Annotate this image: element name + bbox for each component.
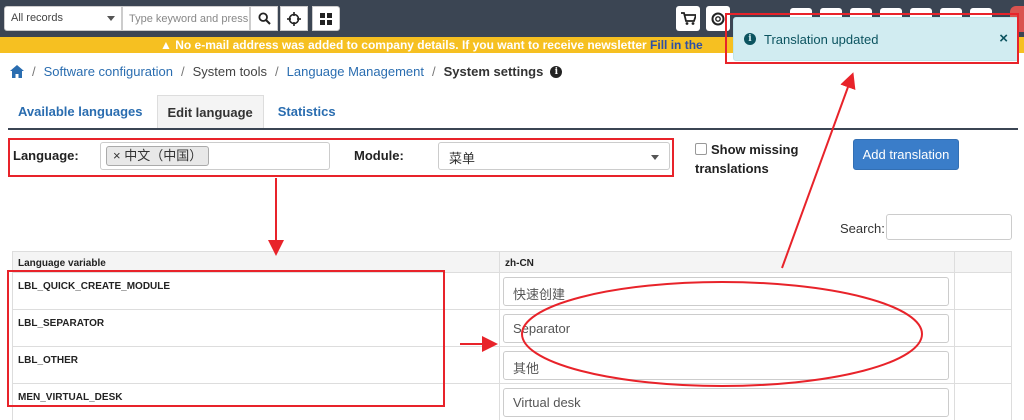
search-icon [257, 12, 271, 25]
breadcrumb-separator: / [432, 64, 436, 79]
notice-link[interactable]: Fill in the [650, 38, 703, 52]
translation-input[interactable]: 其他 [503, 351, 949, 380]
row-variable: LBL_SEPARATOR [18, 318, 105, 329]
row-variable: LBL_OTHER [18, 355, 78, 366]
info-icon: i [744, 33, 756, 45]
row-variable: LBL_QUICK_CREATE_MODULE [18, 281, 171, 292]
column-language-variable[interactable]: Language variable [18, 258, 106, 269]
tab-statistics[interactable]: Statistics [268, 95, 346, 128]
global-search-input[interactable]: Type keyword and press [122, 6, 250, 31]
module-label: Module: [354, 148, 404, 163]
breadcrumb-separator: / [180, 64, 185, 79]
show-missing-checkbox[interactable] [695, 143, 707, 155]
language-select[interactable]: × 中文（中国） [100, 142, 330, 170]
module-value: 菜单 [449, 151, 476, 166]
table-header: Language variable zh-CN [12, 251, 1012, 274]
translations-table: Language variable zh-CN LBL_QUICK_CREATE… [12, 251, 1012, 420]
crosshair-icon [287, 11, 301, 26]
search-placeholder: Type keyword and press [129, 13, 249, 25]
cart-icon [680, 12, 696, 25]
operator-button[interactable] [280, 6, 308, 31]
module-select[interactable]: 菜单 [438, 142, 670, 170]
cart-button[interactable] [676, 6, 700, 31]
table-row: MEN_VIRTUAL_DESK Virtual desk [12, 384, 1012, 420]
lifebuoy-icon [711, 12, 725, 25]
row-variable: MEN_VIRTUAL_DESK [18, 392, 123, 403]
language-label: Language: [13, 148, 79, 163]
breadcrumb-separator: / [32, 64, 36, 79]
table-search-input[interactable] [886, 214, 1012, 240]
info-icon[interactable]: i [550, 65, 563, 78]
warning-icon: ▲ [160, 38, 176, 52]
translation-input[interactable]: Separator [503, 314, 949, 343]
chevron-down-icon [651, 155, 659, 160]
toast-message: Translation updated [764, 31, 879, 47]
notice-text: No e-mail address was added to company d… [175, 38, 647, 52]
chevron-down-icon [107, 16, 115, 21]
tab-edit-language[interactable]: Edit language [156, 95, 264, 128]
add-translation-button[interactable]: Add translation [853, 139, 959, 170]
column-zh-cn[interactable]: zh-CN [505, 258, 534, 269]
home-icon[interactable] [10, 65, 24, 78]
translation-input[interactable]: 快速创建 [503, 277, 949, 306]
records-filter-select[interactable]: All records [4, 6, 122, 31]
breadcrumb-language-management[interactable]: Language Management [287, 64, 424, 79]
close-icon[interactable]: × [999, 30, 1008, 47]
show-missing-toggle[interactable]: Show missing translations [695, 140, 835, 178]
breadcrumb-software-configuration[interactable]: Software configuration [44, 64, 173, 79]
translation-input[interactable]: Virtual desk [503, 388, 949, 417]
table-row: LBL_OTHER 其他 [12, 347, 1012, 384]
table-row: LBL_QUICK_CREATE_MODULE 快速创建 [12, 273, 1012, 310]
breadcrumb-system-settings: System settings [443, 64, 544, 79]
breadcrumb-system-tools: System tools [192, 64, 268, 79]
show-missing-label: Show missing translations [695, 142, 799, 176]
page: All records Type keyword and press ▲ No … [0, 0, 1024, 420]
help-button[interactable] [706, 6, 730, 31]
grid-icon [320, 12, 332, 25]
translation-updated-toast: i Translation updated × [733, 17, 1019, 61]
breadcrumb-separator: / [275, 64, 279, 79]
table-search-label: Search: [840, 221, 885, 236]
tab-available-languages[interactable]: Available languages [8, 95, 153, 128]
language-tabs: Available languages Edit language Statis… [8, 95, 1018, 130]
table-row: LBL_SEPARATOR Separator [12, 310, 1012, 347]
language-chip[interactable]: × 中文（中国） [106, 146, 210, 166]
records-filter-value: All records [11, 12, 63, 24]
search-button[interactable] [250, 6, 278, 31]
breadcrumb: / Software configuration / System tools … [10, 64, 563, 79]
modules-grid-button[interactable] [312, 6, 340, 31]
